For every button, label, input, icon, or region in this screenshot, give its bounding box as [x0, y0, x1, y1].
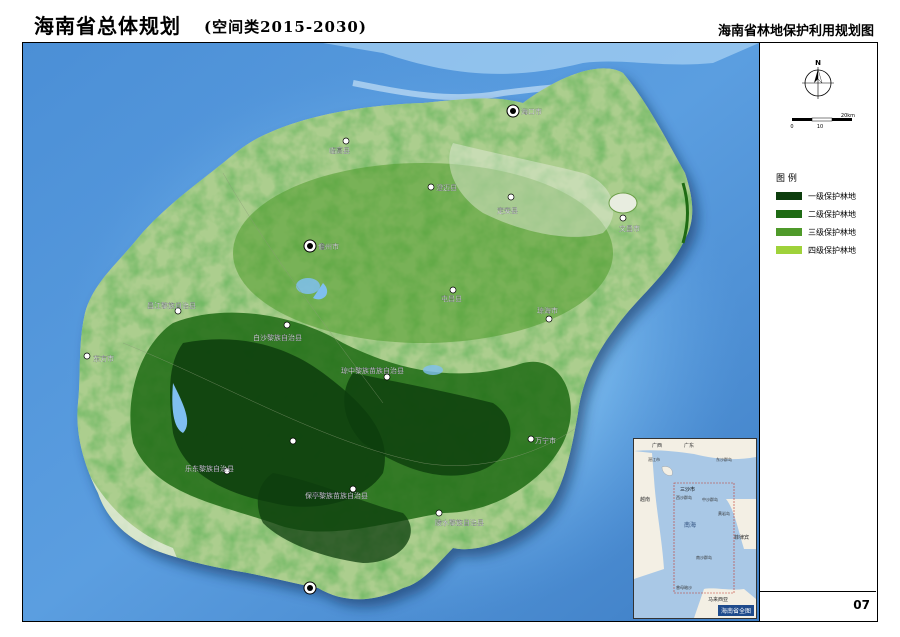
city-label: 琼海市 — [537, 306, 558, 315]
legend-item: 四级保护林地 — [776, 245, 856, 255]
city-label: 乐东黎族自治县 — [185, 464, 234, 473]
inset-label: 曾母暗沙 — [676, 584, 692, 590]
city-marker-sanya[interactable] — [303, 581, 317, 595]
inset-label: 广西 — [652, 442, 662, 449]
legend-swatch — [776, 246, 802, 254]
scale-tick: 10 — [817, 124, 823, 130]
scale-bar: 0 10 20km — [790, 113, 855, 130]
legend-label: 四级保护林地 — [808, 245, 856, 255]
map-side-panel: N 0 10 20km 图 例 一级保护林地 二级保护林地 三级保护林地 四级保… — [759, 43, 877, 621]
inset-label: 菲律宾 — [734, 534, 749, 541]
page-number: 07 — [853, 598, 870, 612]
map-canvas[interactable]: 海口市 临高县 澄迈县 定安县 文昌市 儋州市 屯昌县 琼海市 昌江黎族自治县 … — [23, 43, 759, 621]
inset-label: 南海 — [684, 521, 696, 529]
inset-label: 湛江市 — [648, 456, 660, 462]
legend-item: 二级保护林地 — [776, 209, 856, 219]
city-marker-ledong[interactable]: 乐东黎族自治县 — [185, 464, 234, 475]
inset-label: 马来西亚 — [708, 596, 728, 603]
compass-icon: N — [802, 59, 834, 99]
inset-label: 越南 — [640, 496, 650, 503]
inset-map-south-china-sea[interactable]: 广西 广东 湛江市 东沙群岛 越南 三沙市 西沙群岛 中沙群岛 南海 黄岩岛 菲… — [633, 438, 757, 619]
legend-label: 一级保护林地 — [808, 191, 856, 201]
inset-map-graphic: 广西 广东 湛江市 东沙群岛 越南 三沙市 西沙群岛 中沙群岛 南海 黄岩岛 菲… — [634, 439, 756, 618]
city-label: 文昌市 — [619, 224, 640, 233]
scale-tick: 20km — [841, 113, 855, 119]
city-label: 琼中黎族苗族自治县 — [341, 366, 404, 375]
legend-item: 一级保护林地 — [776, 191, 856, 201]
legend-label: 二级保护林地 — [808, 209, 856, 219]
legend-swatch — [776, 228, 802, 236]
inset-label: 东沙群岛 — [716, 456, 732, 462]
city-label: 陵水黎族自治县 — [435, 518, 484, 527]
inset-label: 西沙群岛 — [676, 494, 692, 500]
city-label: 儋州市 — [318, 242, 339, 251]
inset-caption: 海南省全图 — [717, 605, 754, 616]
inset-label: 广东 — [684, 442, 694, 449]
legend-title: 图 例 — [776, 174, 797, 184]
scale-tick: 0 — [790, 124, 793, 130]
legend-swatch — [776, 210, 802, 218]
legend-swatch — [776, 192, 802, 200]
inset-label: 南沙群岛 — [696, 554, 712, 560]
city-label: 白沙黎族自治县 — [253, 333, 302, 342]
inset-label: 中沙群岛 — [702, 496, 718, 502]
page-number-box: 07 — [760, 591, 876, 621]
map-title: 海南省林地保护利用规划图 — [718, 24, 875, 39]
legend-label: 三级保护林地 — [808, 227, 856, 237]
city-label: 保亭黎族苗族自治县 — [305, 491, 368, 500]
city-label: 万宁市 — [535, 436, 556, 445]
compass-and-scale: N 0 10 20km — [790, 59, 855, 130]
page-title: 海南省总体规划 — [34, 14, 181, 38]
city-label: 临高县 — [329, 146, 350, 155]
city-label: 定安县 — [497, 206, 518, 215]
inset-label: 三沙市 — [680, 486, 695, 493]
compass-north-label: N — [815, 59, 821, 67]
legend-item: 三级保护林地 — [776, 227, 856, 237]
city-label: 昌江黎族自治县 — [147, 301, 196, 310]
city-marker-wuzhishan[interactable] — [289, 437, 297, 445]
city-label: 屯昌县 — [441, 294, 462, 303]
inset-label: 黄岩岛 — [718, 510, 730, 516]
map-frame: 海口市 临高县 澄迈县 定安县 文昌市 儋州市 屯昌县 琼海市 昌江黎族自治县 … — [22, 42, 878, 622]
city-label: 澄迈县 — [436, 183, 457, 192]
page-subtitle: (空间类2015-2030) — [204, 18, 367, 36]
city-label: 东方市 — [93, 354, 114, 363]
city-label: 海口市 — [521, 107, 542, 116]
